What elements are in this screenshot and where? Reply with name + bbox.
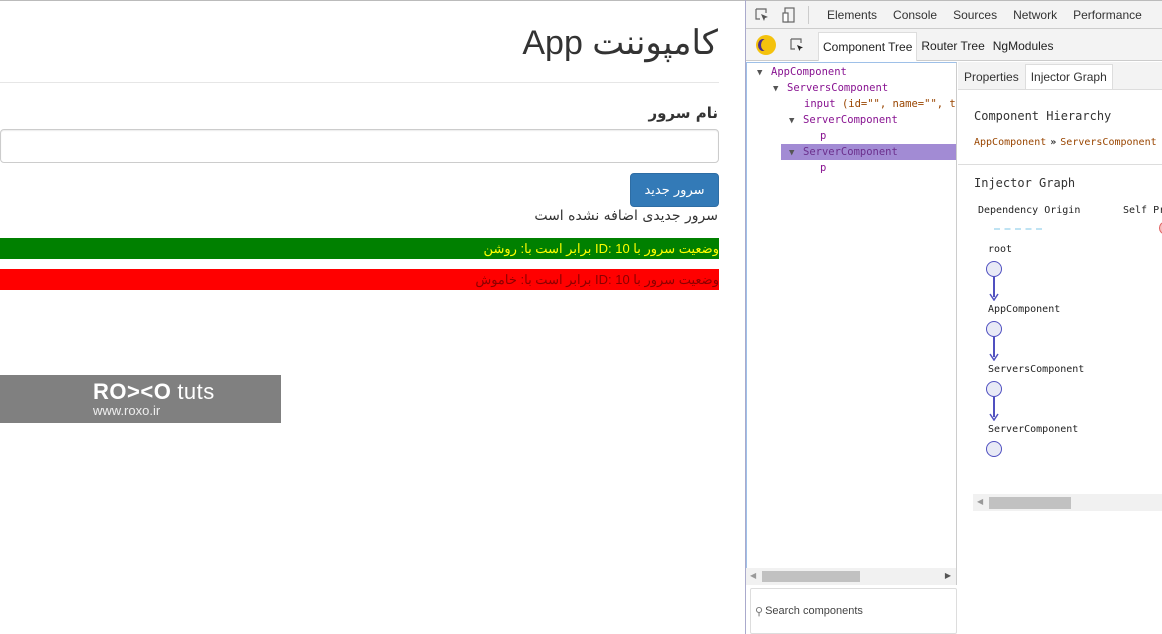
add-server-button[interactable]: سرور جدید: [630, 173, 719, 207]
graph-label-server-component: ServerComponent: [988, 424, 1079, 435]
tree-node-input[interactable]: input (id="", name="", typ: [804, 96, 957, 112]
devtools-main-toolbar: Elements Console Sources Network Perform…: [746, 0, 1162, 29]
detail-tabs: Properties Injector Graph: [958, 62, 1162, 90]
breadcrumb-separator: »: [1050, 137, 1057, 148]
search-icon: ⚲: [755, 604, 764, 618]
tab-ngmodules[interactable]: NgModules: [989, 32, 1058, 61]
tree-node-server-component[interactable]: ▼ ServerComponent: [789, 112, 898, 128]
tab-elements[interactable]: Elements: [819, 1, 885, 29]
tree-node-element: p: [820, 162, 827, 174]
tab-sources[interactable]: Sources: [945, 1, 1005, 29]
server-status-row-online: وضعیت سرور با ID: 10 برابر است با: روشن: [0, 238, 719, 259]
expand-triangle-icon[interactable]: ▼: [773, 81, 787, 97]
expand-triangle-icon[interactable]: ▼: [789, 145, 803, 161]
scroll-left-arrow-icon[interactable]: ◀: [750, 571, 756, 580]
breadcrumb-item[interactable]: ServersComponent: [1060, 137, 1156, 148]
tree-node-p[interactable]: p: [820, 128, 826, 144]
search-components-box[interactable]: ⚲: [750, 588, 957, 634]
tree-node-label: AppComponent: [771, 66, 847, 78]
graph-arrow-icon: [989, 293, 999, 301]
title-divider: [0, 82, 719, 83]
augury-toolbar: Component Tree Router Tree NgModules: [746, 29, 1162, 61]
detail-pane: Properties Injector Graph Component Hier…: [958, 62, 1162, 634]
expand-triangle-icon[interactable]: ▼: [789, 113, 803, 129]
tree-node-app-component[interactable]: ▼ AppComponent: [757, 64, 847, 80]
app-viewport: کامپوننت App نام سرور سرور جدید سرور جدی…: [0, 0, 745, 634]
component-tree: ▼ AppComponent ▼ ServersComponent input (i…: [746, 62, 957, 568]
augury-logo-icon: [756, 34, 776, 55]
graph-horizontal-scrollbar[interactable]: ◀: [973, 494, 1162, 511]
graph-node-app-component[interactable]: [986, 321, 1002, 337]
tab-properties[interactable]: Properties: [959, 65, 1024, 89]
tab-console[interactable]: Console: [885, 1, 945, 29]
tab-router-tree[interactable]: Router Tree: [917, 32, 988, 61]
tree-node-element: input: [804, 98, 836, 110]
graph-node-root[interactable]: [986, 261, 1002, 277]
tree-node-label: ServersComponent: [787, 82, 889, 94]
tree-node-server-component-selected[interactable]: ▼ ServerComponent: [781, 144, 956, 161]
legend-dash-line: [994, 228, 1042, 230]
tree-node-label: ServerComponent: [803, 114, 898, 126]
scroll-left-arrow-icon[interactable]: ◀: [977, 497, 983, 506]
roxo-watermark: RO><O tuts www.roxo.ir: [0, 375, 281, 423]
graph-label-servers-component: ServersComponent: [988, 364, 1085, 375]
server-status-row-offline: وضعیت سرور با ID: 10 برابر است با: خاموش: [0, 269, 719, 290]
tree-node-p[interactable]: p: [820, 160, 826, 176]
section-divider: [958, 164, 1162, 165]
server-name-input[interactable]: [0, 129, 719, 163]
legend-self-provided: Self Pr: [1123, 205, 1162, 216]
expand-triangle-icon[interactable]: ▼: [757, 65, 771, 81]
scroll-right-arrow-icon[interactable]: ▶: [945, 571, 951, 580]
graph-node-server-component[interactable]: [986, 441, 1002, 457]
roxo-logo-suffix: tuts: [177, 379, 215, 404]
graph-label-root: root: [988, 244, 1013, 255]
roxo-url: www.roxo.ir: [93, 403, 161, 418]
tree-node-label: ServerComponent: [803, 146, 898, 158]
graph-label-app-component: AppComponent: [988, 304, 1061, 315]
tree-node-element: p: [820, 130, 827, 142]
tree-horizontal-scrollbar[interactable]: ◀ ▶: [746, 568, 957, 585]
legend-dependency-origin: Dependency Origin: [978, 205, 1081, 216]
graph-arrow-icon: [989, 413, 999, 421]
inspect-element-icon[interactable]: [751, 4, 773, 26]
tree-node-attrs: (id="", name="", typ: [841, 98, 957, 110]
roxo-logo: RO><O tuts: [93, 379, 215, 405]
server-creation-status: سرور جدیدی اضافه نشده است: [534, 208, 718, 224]
scrollbar-thumb[interactable]: [762, 571, 860, 582]
tab-performance[interactable]: Performance: [1065, 1, 1150, 29]
component-hierarchy-title: Component Hierarchy: [974, 109, 1112, 123]
page-title: کامپوننت App: [522, 24, 718, 62]
tree-node-servers-component[interactable]: ▼ ServersComponent: [773, 80, 888, 96]
server-status-text: وضعیت سرور با ID: 10 برابر است با: خاموش: [475, 272, 719, 287]
scrollbar-thumb[interactable]: [989, 497, 1071, 509]
tab-component-tree[interactable]: Component Tree: [818, 31, 918, 61]
toolbar-separator: [808, 5, 809, 24]
roxo-logo-text: RO><O: [93, 379, 172, 404]
device-toolbar-icon[interactable]: [778, 4, 800, 26]
component-hierarchy-breadcrumb: AppComponent » ServersComponent: [974, 137, 1157, 148]
graph-node-servers-component[interactable]: [986, 381, 1002, 397]
search-components-input[interactable]: [765, 605, 946, 617]
server-name-label: نام سرور: [648, 104, 718, 122]
select-component-icon[interactable]: [786, 34, 808, 56]
devtools-panel: Elements Console Sources Network Perform…: [745, 0, 1162, 634]
breadcrumb-item[interactable]: AppComponent: [974, 137, 1046, 148]
server-status-text: وضعیت سرور با ID: 10 برابر است با: روشن: [483, 241, 719, 256]
tab-network[interactable]: Network: [1005, 1, 1065, 29]
graph-arrow-icon: [989, 353, 999, 361]
tab-injector-graph[interactable]: Injector Graph: [1024, 64, 1113, 89]
injector-graph-title: Injector Graph: [974, 176, 1076, 190]
